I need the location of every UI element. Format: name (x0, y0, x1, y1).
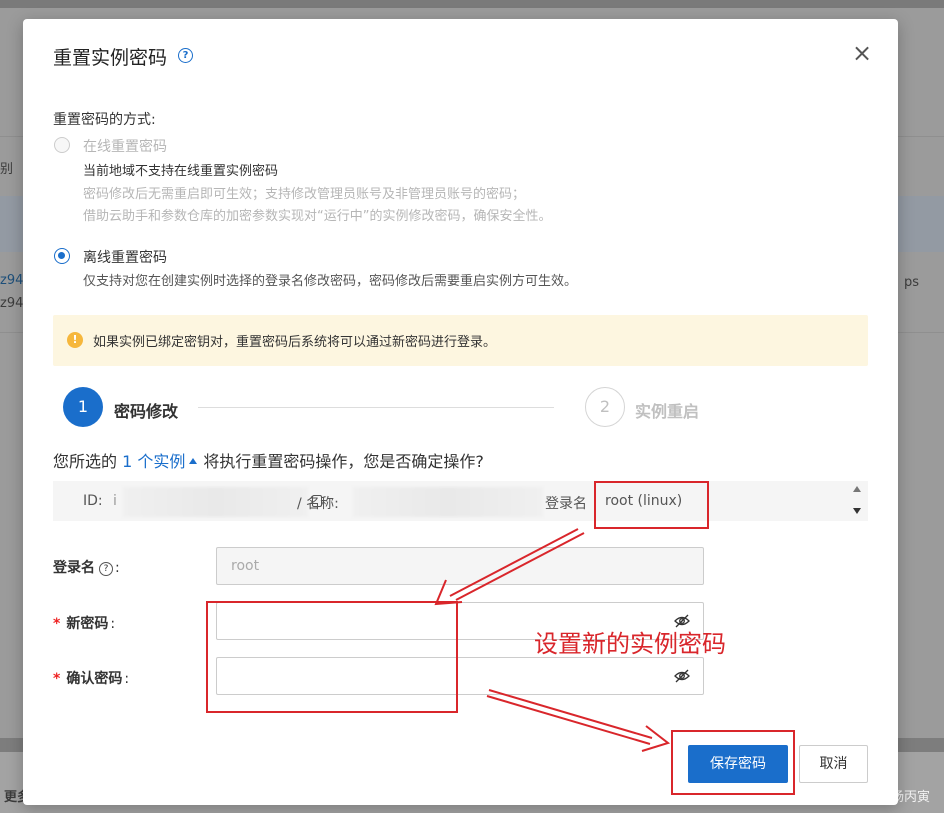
arrow-to-save-button (486, 689, 671, 752)
annotation-arrows (434, 528, 671, 752)
arrow-to-password-fields (434, 528, 585, 606)
